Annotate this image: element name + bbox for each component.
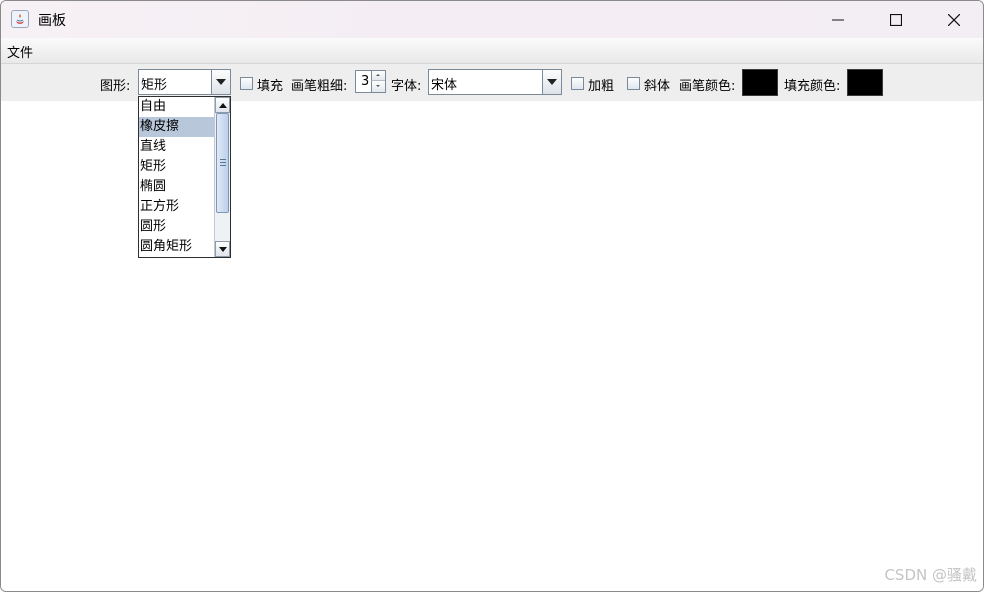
shape-dropdown-list: 自由 橡皮擦 直线 矩形 椭圆 正方形 圆形 圆角矩形 [139,97,214,257]
list-item[interactable]: 椭圆 [139,177,214,197]
watermark: CSDN @骚戴 [884,566,977,584]
shape-combobox[interactable]: 矩形 [138,69,231,95]
close-button[interactable] [925,1,983,38]
java-app-icon [11,10,29,28]
chevron-down-icon[interactable] [211,70,230,94]
grip-icon [220,159,226,166]
pen-color-swatch[interactable] [742,69,778,96]
fill-color-swatch[interactable] [847,69,883,96]
scroll-down-icon[interactable] [215,241,230,257]
font-label: 字体: [391,79,422,94]
window-title: 画板 [38,13,66,29]
stroke-width-value[interactable]: 3 [361,74,369,89]
list-item[interactable]: 直线 [139,137,214,157]
fill-color-label: 填充颜色: [784,79,841,94]
maximize-icon [890,14,902,26]
italic-checkbox[interactable] [627,77,640,90]
app-window: 画板 文件 图形: 矩形 填充 画笔粗细: 3 字体: 宋体 加粗 斜体 画笔颜… [0,0,984,592]
stroke-width-label: 画笔粗细: [291,79,348,94]
shape-selected-value: 矩形 [141,78,168,93]
list-item[interactable]: 正方形 [139,197,214,217]
bold-checkbox-label[interactable]: 加粗 [588,75,614,94]
scrollbar-thumb[interactable] [216,113,229,213]
minimize-button[interactable] [809,1,867,38]
spinner-up-icon[interactable] [371,71,385,81]
menu-file[interactable]: 文件 [7,42,33,61]
spinner-down-icon[interactable] [371,81,385,92]
dropdown-scrollbar[interactable] [214,97,230,257]
chevron-down-icon[interactable] [542,70,561,94]
shape-label: 图形: [100,79,131,94]
maximize-button[interactable] [867,1,925,38]
close-icon [948,14,960,26]
list-item[interactable]: 圆形 [139,217,214,237]
scroll-up-icon[interactable] [215,97,230,113]
bold-checkbox[interactable] [571,77,584,90]
list-item[interactable]: 自由 [139,97,214,117]
font-selected-value: 宋体 [431,78,458,93]
list-item[interactable]: 矩形 [139,157,214,177]
italic-checkbox-label[interactable]: 斜体 [644,75,670,94]
pen-color-label: 画笔颜色: [679,79,736,94]
shape-dropdown-popup: 自由 橡皮擦 直线 矩形 椭圆 正方形 圆形 圆角矩形 [138,96,231,258]
minimize-icon [832,19,844,21]
fill-checkbox-label[interactable]: 填充 [257,75,283,94]
menu-bar: 文件 [1,38,983,64]
font-combobox[interactable]: 宋体 [428,69,562,95]
list-item[interactable]: 橡皮擦 [139,117,214,137]
fill-checkbox[interactable] [240,77,253,90]
stroke-width-spinner[interactable]: 3 [355,70,386,93]
list-item[interactable]: 圆角矩形 [139,237,214,257]
title-bar: 画板 [1,1,983,38]
